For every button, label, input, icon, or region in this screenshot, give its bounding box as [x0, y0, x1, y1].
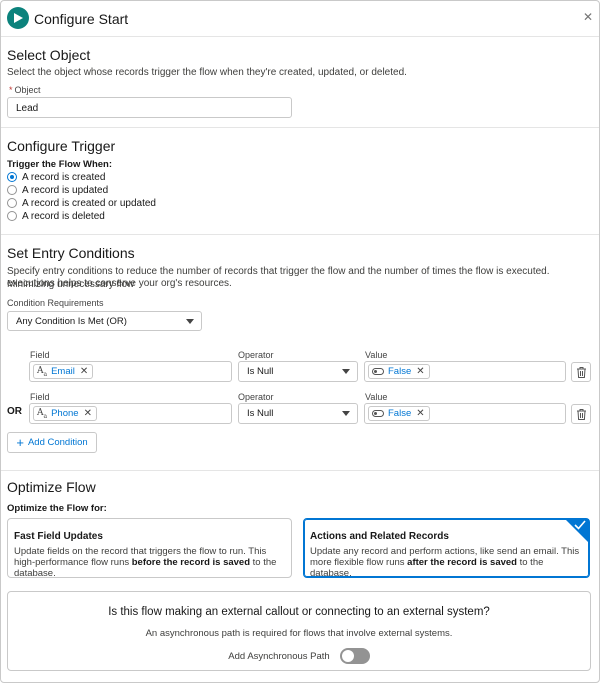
- remove-icon[interactable]: ✕: [416, 408, 424, 419]
- modal-header: Configure Start ✕: [1, 1, 599, 37]
- optimize-for-label: Optimize the Flow for:: [7, 503, 107, 514]
- async-toggle-row: Add Asynchronous Path: [8, 648, 590, 664]
- async-toggle-label: Add Asynchronous Path: [228, 650, 330, 662]
- card-description: Update fields on the record that trigger…: [14, 546, 277, 579]
- select-value: Any Condition Is Met (OR): [16, 316, 127, 327]
- configure-trigger-title: Configure Trigger: [7, 138, 116, 154]
- radio-label: A record is created or updated: [22, 197, 156, 209]
- trash-icon: [577, 409, 586, 420]
- boolean-icon: [372, 368, 384, 375]
- radio-record-updated[interactable]: A record is updated: [7, 184, 108, 196]
- radio-label: A record is updated: [22, 184, 109, 196]
- close-icon[interactable]: ✕: [583, 10, 593, 24]
- chevron-down-icon: [342, 369, 350, 374]
- delete-condition-button[interactable]: [571, 404, 591, 424]
- field-pill: Aa Email ✕: [33, 364, 94, 379]
- card-title: Fast Field Updates: [14, 531, 103, 542]
- remove-icon[interactable]: ✕: [84, 408, 92, 419]
- radio-button[interactable]: [7, 198, 17, 208]
- value-input[interactable]: False ✕: [364, 361, 566, 382]
- chevron-down-icon: [342, 411, 350, 416]
- value-label: Value: [365, 350, 388, 360]
- radio-record-deleted[interactable]: A record is deleted: [7, 210, 105, 222]
- radio-record-created[interactable]: A record is created: [7, 171, 105, 183]
- configure-start-modal: Configure Start ✕ Select Object Select t…: [0, 0, 600, 683]
- text-field-icon: Aa: [37, 365, 48, 378]
- field-label: Field: [30, 350, 50, 360]
- add-condition-label: Add Condition: [27, 437, 88, 448]
- field-input-phone[interactable]: Aa Phone ✕: [29, 403, 232, 424]
- card-title: Actions and Related Records: [310, 531, 449, 542]
- value-input[interactable]: False ✕: [364, 403, 566, 424]
- fast-field-updates-card[interactable]: Fast Field Updates Update fields on the …: [7, 518, 292, 579]
- value-pill: False ✕: [368, 364, 430, 379]
- entry-conditions-title: Set Entry Conditions: [7, 245, 135, 261]
- radio-label: A record is deleted: [22, 210, 105, 222]
- async-path-panel: Is this flow making an external callout …: [7, 591, 591, 671]
- field-input-email[interactable]: Aa Email ✕: [29, 361, 232, 382]
- divider: [1, 127, 599, 128]
- radio-record-created-or-updated[interactable]: A record is created or updated: [7, 197, 156, 209]
- value-label: Value: [365, 392, 388, 402]
- select-value: Is Null: [247, 366, 274, 377]
- operator-label: Operator: [238, 350, 274, 360]
- field-pill-text: Phone: [51, 408, 79, 419]
- optimize-flow-title: Optimize Flow: [7, 479, 96, 495]
- add-async-path-toggle[interactable]: [339, 648, 370, 664]
- condition-requirements-label: Condition Requirements: [7, 298, 104, 308]
- select-object-title: Select Object: [7, 47, 91, 63]
- field-pill-text: Email: [51, 366, 75, 377]
- value-pill-text: False: [388, 408, 412, 419]
- trigger-when-label: Trigger the Flow When:: [7, 159, 113, 170]
- actions-related-records-card[interactable]: Actions and Related Records Update any r…: [303, 518, 590, 579]
- field-label: Field: [30, 392, 50, 402]
- select-value: Is Null: [247, 408, 274, 419]
- plus-icon: +: [16, 435, 24, 450]
- select-object-help: Select the object whose records trigger …: [7, 67, 407, 78]
- async-question: Is this flow making an external callout …: [108, 606, 490, 618]
- play-icon: [7, 7, 29, 29]
- value-pill: False ✕: [368, 406, 430, 421]
- chevron-down-icon: [186, 319, 194, 324]
- radio-button[interactable]: [7, 172, 17, 182]
- required-mark: *: [9, 85, 13, 95]
- operator-select[interactable]: Is Null: [238, 403, 358, 424]
- check-icon: [574, 520, 586, 530]
- divider: [1, 234, 599, 235]
- trash-icon: [577, 367, 586, 378]
- or-label: OR: [7, 406, 22, 417]
- delete-condition-button[interactable]: [571, 362, 591, 382]
- async-description: An asynchronous path is required for flo…: [145, 628, 453, 639]
- value-pill-text: False: [388, 366, 412, 377]
- object-label-text: Object: [14, 85, 41, 95]
- radio-button[interactable]: [7, 185, 17, 195]
- radio-button[interactable]: [7, 211, 17, 221]
- radio-label: A record is created: [22, 171, 106, 183]
- text-field-icon: Aa: [37, 407, 48, 420]
- condition-requirements-select[interactable]: Any Condition Is Met (OR): [7, 311, 202, 331]
- boolean-icon: [372, 410, 384, 417]
- add-condition-button[interactable]: + Add Condition: [7, 432, 97, 453]
- field-pill: Aa Phone ✕: [33, 406, 97, 421]
- divider: [1, 470, 599, 471]
- operator-label: Operator: [238, 392, 274, 402]
- entry-help-line2: executions helps to conserve your org's …: [7, 278, 232, 289]
- operator-select[interactable]: Is Null: [238, 361, 358, 382]
- modal-title: Configure Start: [34, 11, 129, 27]
- card-description: Update any record and perform actions, l…: [310, 546, 580, 579]
- remove-icon[interactable]: ✕: [416, 366, 424, 377]
- remove-icon[interactable]: ✕: [80, 366, 88, 377]
- object-input[interactable]: Lead: [7, 97, 292, 118]
- object-label: * Object: [9, 85, 41, 95]
